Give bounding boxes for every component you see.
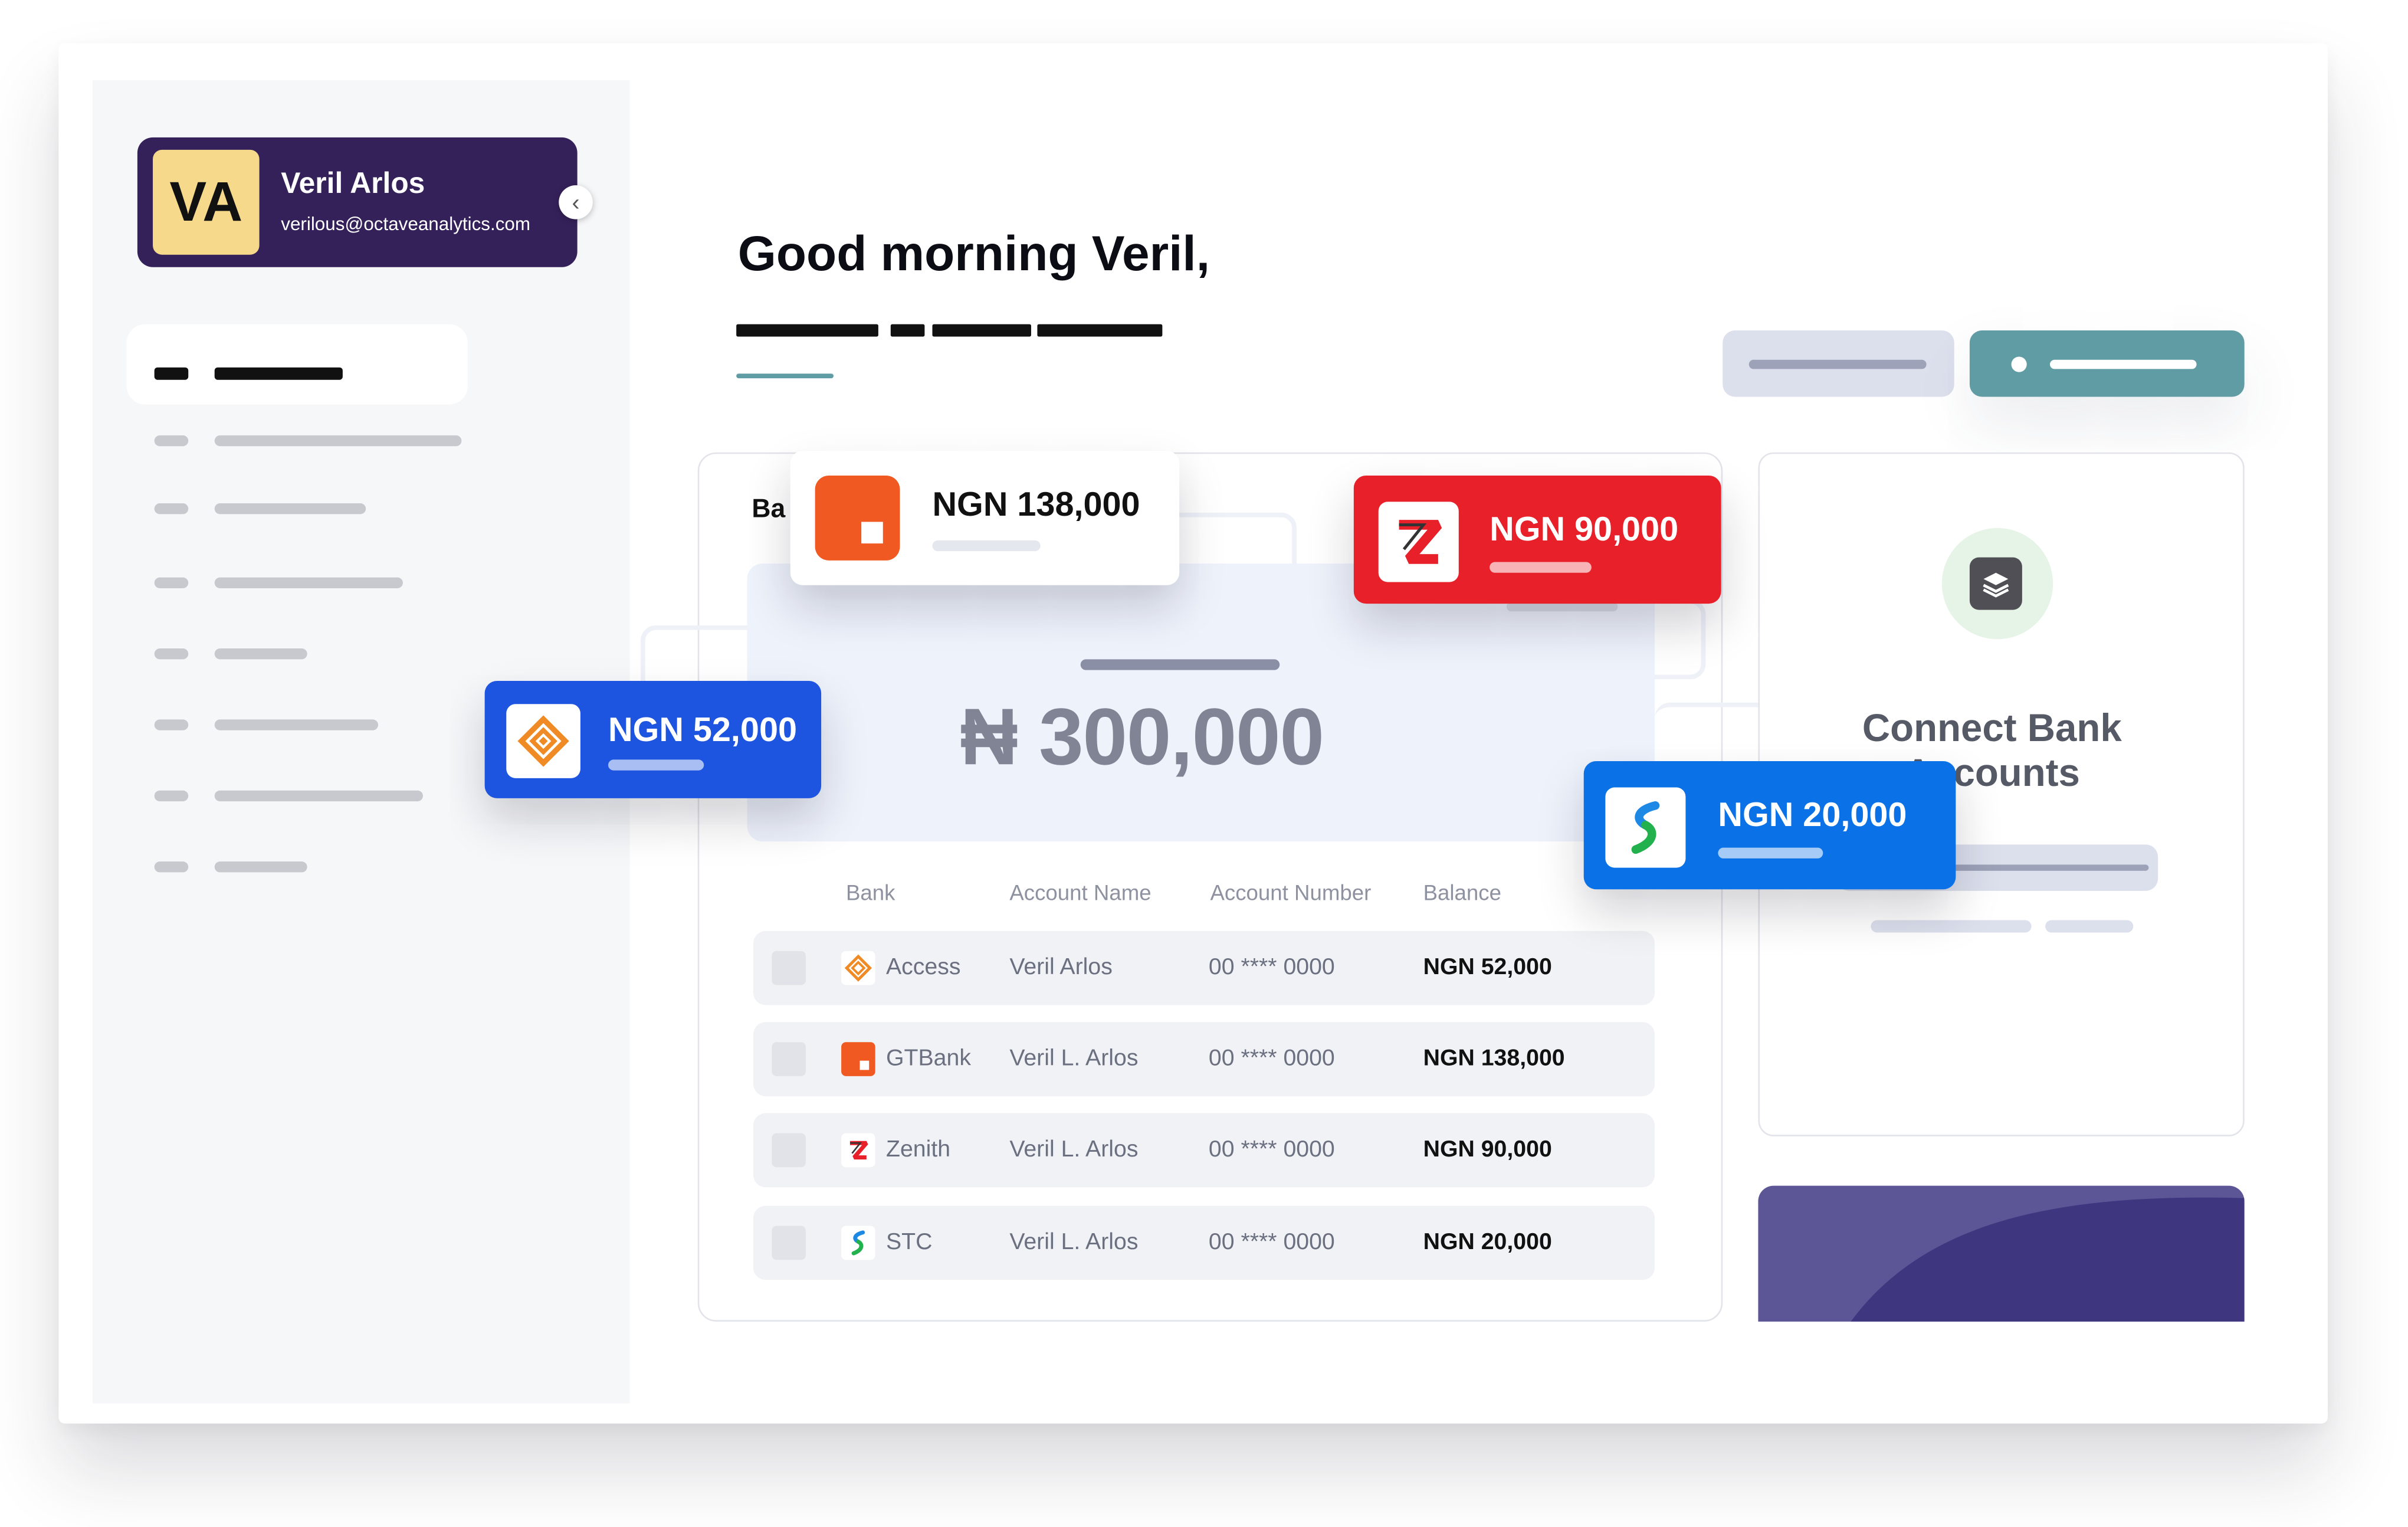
sidebar-item-label (214, 435, 462, 447)
table-row[interactable]: Access Veril Arlos 00 **** 0000 NGN 52,0… (753, 930, 1655, 1005)
access-balance-card[interactable]: NGN 52,000 (484, 680, 822, 798)
dot-icon (2011, 356, 2027, 372)
sidebar-item-label (214, 577, 403, 588)
account-number: 00 **** 0000 (1208, 1228, 1335, 1256)
gtbank-icon (841, 1042, 875, 1076)
card-caption-placeholder (1490, 562, 1592, 573)
sidebar-item-label (214, 648, 307, 660)
sidebar-item-icon (154, 577, 189, 588)
account-balance: NGN 138,000 (1423, 1045, 1565, 1071)
zenith-balance-card[interactable]: NGN 90,000 (1353, 475, 1721, 604)
card-caption-placeholder (932, 540, 1041, 552)
row-checkbox[interactable] (772, 1225, 806, 1260)
gtbank-icon (815, 475, 900, 561)
connect-caption-placeholder (2045, 920, 2134, 933)
sidebar-item-icon (154, 435, 189, 447)
account-balance: NGN 90,000 (1423, 1136, 1552, 1163)
table-row[interactable]: Zenith Veril L. Arlos 00 **** 0000 NGN 9… (753, 1113, 1655, 1188)
card-amount: NGN 90,000 (1490, 509, 1679, 548)
connect-caption-placeholder (1871, 920, 2032, 933)
table-row[interactable]: GTBank Veril L. Arlos 00 **** 0000 NGN 1… (753, 1022, 1655, 1096)
row-checkbox[interactable] (772, 1133, 806, 1168)
sidebar-item-active[interactable] (126, 324, 468, 405)
zenith-bank-icon (1378, 502, 1459, 582)
account-number: 00 **** 0000 (1208, 1045, 1335, 1071)
sidebar-item-icon (154, 367, 189, 380)
sidebar-item-icon (154, 790, 189, 802)
sidebar-item-label (214, 719, 379, 730)
promo-banner[interactable] (1758, 1185, 2245, 1322)
chevron-left-icon: ‹ (572, 189, 580, 216)
sidebar-item-label (214, 861, 307, 873)
account-name: Veril L. Arlos (1009, 1136, 1139, 1163)
total-label-placeholder (1080, 659, 1280, 670)
page-title: Good morning Veril, (737, 225, 1210, 281)
account-balance: NGN 20,000 (1423, 1228, 1552, 1256)
bank-name: Access (885, 954, 961, 981)
account-name: Veril L. Arlos (1009, 1228, 1139, 1256)
zenith-bank-icon (841, 1133, 875, 1168)
card-title: Ba (752, 494, 786, 524)
collapse-sidebar-button[interactable]: ‹ (559, 185, 593, 219)
column-header-balance[interactable]: Balance (1423, 880, 1501, 905)
bank-name: STC (885, 1228, 933, 1256)
bank-name: GTBank (885, 1045, 971, 1071)
row-checkbox[interactable] (772, 951, 806, 985)
access-bank-icon (506, 704, 580, 778)
account-balance: NGN 52,000 (1423, 954, 1552, 981)
profile-email: verilous@octaveanalytics.com (281, 213, 531, 235)
card-caption-placeholder (1718, 847, 1823, 858)
sidebar-item-icon (154, 719, 189, 730)
column-header-account-number[interactable]: Account Number (1210, 880, 1371, 905)
gtbank-balance-card[interactable]: NGN 138,000 (790, 451, 1180, 585)
primary-action-button[interactable] (1969, 330, 2245, 397)
stanbic-bank-icon (841, 1225, 875, 1260)
sidebar-item-icon (154, 503, 189, 515)
row-checkbox[interactable] (772, 1042, 806, 1076)
stanbic-bank-icon (1605, 787, 1686, 868)
sidebar-item-label (214, 790, 423, 802)
column-header-account-name[interactable]: Account Name (1009, 880, 1151, 905)
card-caption-placeholder (608, 759, 704, 771)
button-label-placeholder (1748, 359, 1927, 369)
layers-icon (1969, 557, 2022, 610)
access-bank-icon (841, 951, 875, 985)
button-label-placeholder (2049, 359, 2197, 369)
card-amount: NGN 138,000 (932, 484, 1140, 524)
secondary-action-button[interactable] (1723, 330, 1954, 397)
card-amount: NGN 20,000 (1718, 795, 1907, 834)
sidebar-item-icon (154, 861, 189, 873)
total-balance: ₦ 300,000 (960, 693, 1324, 783)
sidebar-item-icon (154, 648, 189, 660)
title-underline (736, 373, 834, 379)
sidebar-item-label (214, 367, 343, 380)
account-number: 00 **** 0000 (1208, 1136, 1335, 1163)
stanbic-balance-card[interactable]: NGN 20,000 (1583, 761, 1956, 890)
column-header-bank[interactable]: Bank (846, 880, 895, 905)
table-row[interactable]: STC Veril L. Arlos 00 **** 0000 NGN 20,0… (753, 1205, 1655, 1280)
avatar: VA (153, 149, 260, 255)
card-amount: NGN 52,000 (608, 710, 797, 749)
account-name: Veril L. Arlos (1009, 1045, 1139, 1071)
account-name: Veril Arlos (1009, 954, 1113, 981)
account-number: 00 **** 0000 (1208, 954, 1335, 981)
profile-name: Veril Arlos (281, 168, 425, 201)
bank-name: Zenith (885, 1136, 951, 1163)
sidebar-item-label (214, 503, 366, 515)
